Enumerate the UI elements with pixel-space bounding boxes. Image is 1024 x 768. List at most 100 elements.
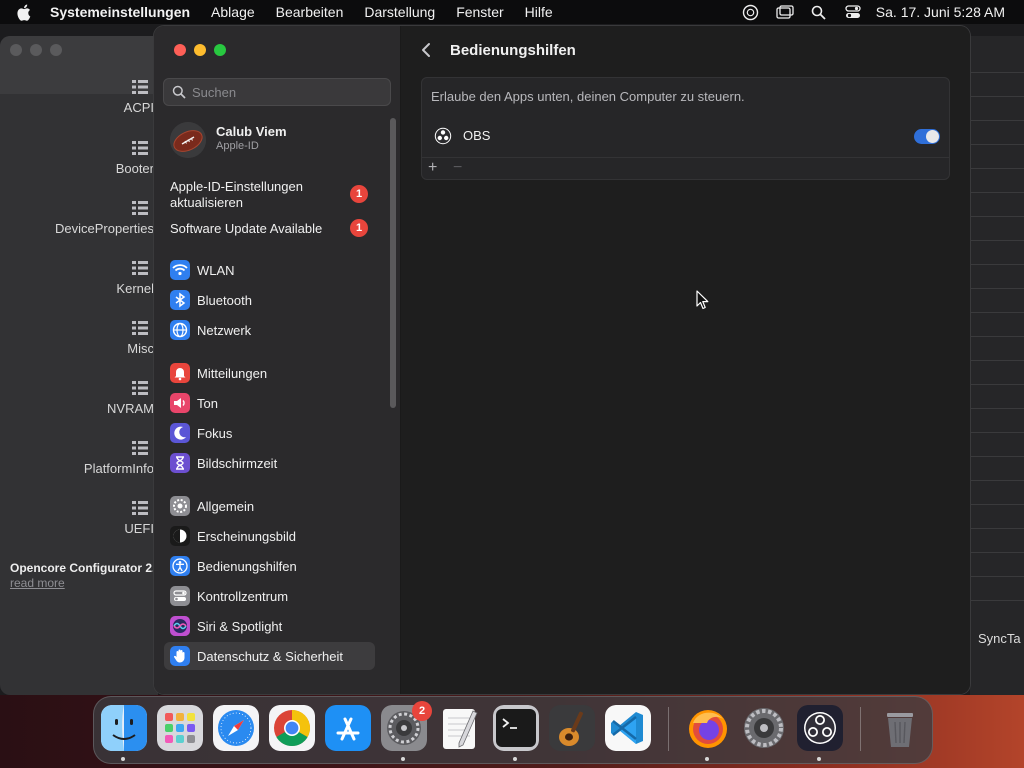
- sidebar-item-label: Ton: [197, 395, 218, 411]
- sidebar-item-kontrollzentrum[interactable]: Kontrollzentrum: [164, 582, 375, 610]
- add-app-button[interactable]: +: [428, 159, 437, 177]
- siri-icon: [170, 616, 190, 636]
- menu-ablage[interactable]: Ablage: [211, 4, 255, 20]
- sidebar-item-fokus[interactable]: Fokus: [164, 419, 375, 447]
- dock-garageband[interactable]: [549, 705, 595, 751]
- menu-darstellung[interactable]: Darstellung: [364, 4, 435, 20]
- dock-obs[interactable]: [797, 705, 843, 751]
- notice-label: Apple-ID-Einstellungen aktualisieren: [170, 179, 303, 210]
- sidebar-item-erscheinungsbild[interactable]: Erscheinungsbild: [164, 522, 375, 550]
- running-indicator: [817, 757, 821, 761]
- accessibility-status-icon[interactable]: [742, 3, 760, 21]
- sidebar-item-allgemein[interactable]: Allgemein: [164, 492, 375, 520]
- bell-icon: [170, 363, 190, 383]
- speaker-icon: [170, 393, 190, 413]
- dock-compressor[interactable]: [741, 705, 787, 751]
- dock-launchpad[interactable]: [157, 705, 203, 751]
- list-icon: [132, 321, 148, 335]
- menu-hilfe[interactable]: Hilfe: [525, 4, 553, 20]
- search-placeholder: Suchen: [192, 84, 237, 100]
- close-button[interactable]: [174, 44, 186, 56]
- sidebar-item-label: Bedienungshilfen: [197, 558, 297, 574]
- sidebar-item-label: Kontrollzentrum: [197, 588, 289, 604]
- running-indicator: [705, 757, 709, 761]
- dock-vscode[interactable]: [605, 705, 651, 751]
- panel-description: Erlaube den Apps unten, deinen Computer …: [431, 89, 745, 104]
- apple-id-settings-notice[interactable]: Apple-ID-Einstellungen aktualisieren: [170, 179, 370, 211]
- sidebar-scrollbar[interactable]: [390, 118, 396, 408]
- globe-icon: [170, 320, 190, 340]
- wifi-icon: [170, 260, 190, 280]
- opencore-traffic-lights: [10, 44, 62, 56]
- app-name: OBS: [463, 128, 491, 143]
- sidebar-item-label: Siri & Spotlight: [197, 618, 283, 634]
- menu-clock[interactable]: Sa. 17. Juni 5:28 AM: [876, 4, 1005, 20]
- sidebar-item-bluetooth[interactable]: Bluetooth: [164, 286, 375, 314]
- screen-mirroring-icon[interactable]: [776, 3, 794, 21]
- profile-name: Calub Viem: [216, 124, 287, 139]
- menu-app-name[interactable]: Systemeinstellungen: [50, 4, 190, 20]
- dock-terminal[interactable]: [493, 705, 539, 751]
- gear-icon: [170, 496, 190, 516]
- dock-trash[interactable]: [877, 705, 923, 751]
- main-content: Bedienungshilfen Erlaube den Apps unten,…: [401, 26, 970, 694]
- apple-menu-icon[interactable]: [16, 4, 36, 21]
- obs-icon: [434, 127, 452, 145]
- opencore-section-label: UEFI: [124, 521, 154, 536]
- search-icon: [172, 85, 186, 99]
- read-more-link[interactable]: read more: [10, 576, 65, 590]
- back-button[interactable]: [419, 41, 435, 59]
- spotlight-search-icon[interactable]: [810, 3, 828, 21]
- control-center-icon: [170, 586, 190, 606]
- dock-separator: [668, 707, 669, 751]
- sidebar-item-siri-spotlight[interactable]: Siri & Spotlight: [164, 612, 375, 640]
- profile-subtitle: Apple-ID: [216, 140, 259, 152]
- synctab-label: SyncTa: [978, 631, 1021, 646]
- minimize-button[interactable]: [194, 44, 206, 56]
- panel-footer: + −: [422, 157, 949, 180]
- dock-safari[interactable]: [213, 705, 259, 751]
- system-settings-window: Suchen Calub Viem Apple-ID Apple-ID-Eins…: [154, 26, 970, 694]
- sidebar-item-mitteilungen[interactable]: Mitteilungen: [164, 359, 375, 387]
- list-icon: [132, 441, 148, 455]
- menu-bearbeiten[interactable]: Bearbeiten: [276, 4, 344, 20]
- dock-chrome[interactable]: [269, 705, 315, 751]
- notice-badge: 1: [350, 185, 368, 203]
- sidebar-item-bildschirmzeit[interactable]: Bildschirmzeit: [164, 449, 375, 477]
- running-indicator: [121, 757, 125, 761]
- software-update-notice[interactable]: Software Update Available: [170, 221, 370, 237]
- sidebar-item-netzwerk[interactable]: Netzwerk: [164, 316, 375, 344]
- background-window-right: SyncTa: [970, 36, 1024, 695]
- settings-badge: 2: [412, 701, 432, 721]
- apple-id-profile[interactable]: Calub Viem Apple-ID: [170, 120, 390, 160]
- mouse-cursor: [696, 290, 710, 310]
- sidebar-item-wlan[interactable]: WLAN: [164, 256, 375, 284]
- dock-finder[interactable]: [101, 705, 147, 751]
- zoom-button[interactable]: [214, 44, 226, 56]
- dock-firefox[interactable]: [685, 705, 731, 751]
- obs-permission-toggle[interactable]: [914, 129, 940, 144]
- opencore-section-label: Booter: [115, 161, 154, 176]
- opencore-title: Opencore Configurator 2.: [10, 561, 156, 575]
- sidebar-item-bedienungshilfen[interactable]: Bedienungshilfen: [164, 552, 375, 580]
- dock-app-store[interactable]: [325, 705, 371, 751]
- control-center-icon[interactable]: [844, 3, 862, 21]
- opencore-section-label: Kernel: [116, 281, 154, 296]
- search-input[interactable]: Suchen: [163, 78, 391, 106]
- opencore-section-label: ACPI: [123, 100, 154, 115]
- page-title: Bedienungshilfen: [450, 42, 576, 59]
- accessibility-icon: [170, 556, 190, 576]
- list-icon: [132, 201, 148, 215]
- sidebar-item-label: Datenschutz & Sicherheit: [197, 648, 343, 664]
- list-icon: [132, 501, 148, 515]
- menu-fenster[interactable]: Fenster: [456, 4, 503, 20]
- dock-separator: [860, 707, 861, 751]
- remove-app-button[interactable]: −: [453, 159, 462, 177]
- dock-textedit[interactable]: [437, 705, 483, 751]
- running-indicator: [513, 757, 517, 761]
- sidebar-item-ton[interactable]: Ton: [164, 389, 375, 417]
- sidebar-item-datenschutz-sicherheit[interactable]: Datenschutz & Sicherheit: [164, 642, 375, 670]
- sidebar-item-label: Erscheinungsbild: [197, 528, 297, 544]
- sidebar-item-label: Mitteilungen: [197, 365, 268, 381]
- window-controls: [174, 44, 226, 56]
